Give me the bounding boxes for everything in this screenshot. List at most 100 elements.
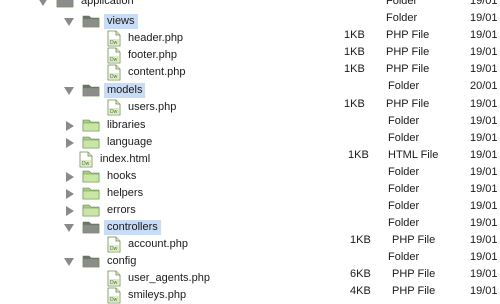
tree-folder-row[interactable]: errors — [0, 202, 330, 219]
svg-text:Dw: Dw — [110, 109, 118, 115]
date-modified: 19/01 — [470, 217, 498, 229]
tree-file-row[interactable]: Dw content.php — [0, 64, 330, 81]
dreamweaver-file-icon: Dw — [106, 270, 122, 287]
details-row[interactable]: Folder 19/01 — [330, 130, 500, 147]
details-row[interactable]: Folder 19/01 — [330, 164, 500, 181]
file-kind: Folder — [388, 251, 420, 263]
tree-folder-row[interactable]: controllers — [0, 219, 330, 236]
details-row[interactable]: Folder 19/01 — [330, 0, 500, 10]
tree-folder-row[interactable]: views — [0, 13, 330, 30]
file-name: smileys.php — [128, 289, 187, 301]
date-modified: 20/01 — [470, 80, 498, 92]
folder-icon — [82, 83, 100, 97]
file-kind: Folder — [388, 166, 420, 178]
file-name: content.php — [128, 66, 186, 78]
details-row[interactable]: Folder 19/01 — [330, 10, 500, 27]
file-size: 1KB — [344, 46, 365, 58]
file-size: 1KB — [344, 98, 365, 110]
disclosure-open-icon[interactable] — [64, 87, 74, 95]
date-modified: 19/01 — [470, 268, 498, 280]
file-name: header.php — [128, 32, 184, 44]
dreamweaver-file-icon: Dw — [106, 99, 122, 116]
tree-file-row[interactable]: Dw index.html — [0, 151, 330, 168]
details-row[interactable]: Folder 20/01 — [330, 78, 500, 95]
svg-text:Dw: Dw — [110, 280, 118, 286]
folder-name: libraries — [107, 119, 146, 131]
folder-name: helpers — [107, 187, 144, 199]
folder-icon — [82, 254, 100, 268]
date-modified: 19/01 — [470, 183, 498, 195]
disclosure-closed-icon[interactable] — [66, 121, 74, 131]
date-modified: 19/01 — [470, 0, 498, 7]
tree-file-row[interactable]: Dw users.php — [0, 99, 330, 116]
folder-icon — [56, 0, 74, 8]
folder-name: models — [104, 83, 146, 98]
date-modified: 19/01 — [470, 234, 498, 246]
date-modified: 19/01 — [470, 132, 498, 144]
disclosure-closed-icon[interactable] — [66, 206, 74, 216]
file-kind: Folder — [388, 132, 420, 144]
file-kind: PHP File — [392, 285, 436, 297]
folder-icon — [82, 220, 100, 234]
details-row[interactable]: 1KB PHP File 19/01 — [330, 27, 500, 44]
details-row[interactable]: 1KB PHP File 19/01 — [330, 96, 500, 113]
tree-folder-row[interactable]: language — [0, 134, 330, 151]
file-kind: Folder — [388, 183, 420, 195]
tree-folder-row[interactable]: helpers — [0, 185, 330, 202]
folder-icon — [82, 135, 100, 149]
tree-file-row[interactable]: Dw account.php — [0, 236, 330, 253]
file-size: 1KB — [344, 29, 365, 41]
file-kind: PHP File — [386, 98, 430, 110]
dreamweaver-file-icon: Dw — [106, 236, 122, 253]
details-row[interactable]: Folder 19/01 — [330, 215, 500, 232]
file-tree: application views Dw header.php Dw foote… — [0, 0, 330, 304]
details-row[interactable]: 4KB PHP File 19/01 — [330, 283, 500, 300]
svg-text:Dw: Dw — [110, 246, 118, 252]
disclosure-closed-icon[interactable] — [66, 138, 74, 148]
tree-file-row[interactable]: Dw footer.php — [0, 47, 330, 64]
file-name: users.php — [128, 101, 177, 113]
details-row[interactable]: Folder 19/01 — [330, 181, 500, 198]
file-kind: Folder — [386, 0, 418, 7]
dreamweaver-file-icon: Dw — [106, 47, 122, 64]
file-kind: PHP File — [386, 46, 430, 58]
svg-text:Dw: Dw — [82, 161, 90, 167]
disclosure-open-icon[interactable] — [64, 224, 74, 232]
disclosure-open-icon[interactable] — [64, 258, 74, 266]
disclosure-open-icon[interactable] — [38, 0, 48, 6]
date-modified: 19/01 — [470, 285, 498, 297]
tree-folder-row[interactable]: libraries — [0, 117, 330, 134]
tree-folder-row[interactable]: models — [0, 82, 330, 99]
details-row[interactable]: 1KB PHP File 19/01 — [330, 44, 500, 61]
file-details-list: Folder 19/01 Folder 19/01 1KB PHP File 19/01 1K… — [330, 0, 500, 300]
file-kind: PHP File — [392, 234, 436, 246]
tree-folder-row[interactable]: config — [0, 253, 330, 270]
file-kind: HTML File — [388, 149, 439, 161]
tree-file-row[interactable]: Dw smileys.php — [0, 287, 330, 304]
date-modified: 19/01 — [470, 63, 498, 75]
file-kind: Folder — [388, 200, 420, 212]
tree-folder-row[interactable]: hooks — [0, 168, 330, 185]
details-row[interactable]: Folder 19/01 — [330, 198, 500, 215]
details-row[interactable]: 1KB HTML File 19/01 — [330, 147, 500, 164]
disclosure-open-icon[interactable] — [64, 18, 74, 26]
date-modified: 19/01 — [470, 46, 498, 58]
disclosure-closed-icon[interactable] — [66, 172, 74, 182]
tree-folder-row[interactable]: application — [0, 0, 330, 10]
details-row[interactable]: Folder 19/01 — [330, 113, 500, 130]
details-row[interactable]: Folder 19/01 — [330, 249, 500, 266]
tree-file-row[interactable]: Dw user_agents.php — [0, 270, 330, 287]
dreamweaver-file-icon: Dw — [78, 151, 94, 168]
file-kind: PHP File — [392, 268, 436, 280]
file-kind: Folder — [388, 217, 420, 229]
file-size: 1KB — [344, 63, 365, 75]
tree-file-row[interactable]: Dw header.php — [0, 30, 330, 47]
details-row[interactable]: 1KB PHP File 19/01 — [330, 61, 500, 78]
disclosure-closed-icon[interactable] — [66, 189, 74, 199]
svg-text:Dw: Dw — [110, 74, 118, 80]
details-row[interactable]: 6KB PHP File 19/01 — [330, 266, 500, 283]
folder-icon — [82, 203, 100, 217]
folder-icon — [82, 186, 100, 200]
details-row[interactable]: 1KB PHP File 19/01 — [330, 232, 500, 249]
folder-name: hooks — [107, 170, 137, 182]
